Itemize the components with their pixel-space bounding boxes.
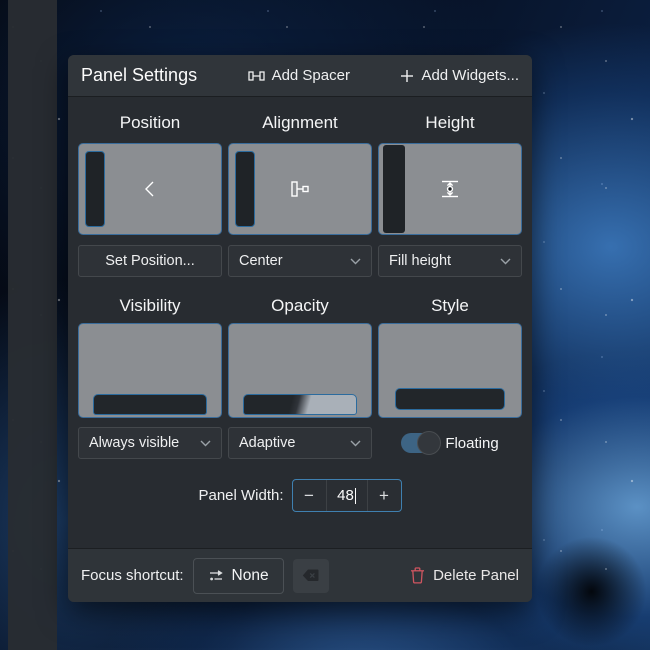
floating-toggle[interactable] (401, 433, 439, 453)
edited-panel-strip[interactable] (8, 0, 57, 650)
visibility-value: Always visible (89, 435, 179, 451)
alignment-label: Alignment (228, 113, 372, 133)
spacer-icon (248, 69, 265, 83)
add-widgets-button[interactable]: Add Widgets... (400, 67, 519, 84)
increment-button[interactable]: + (368, 480, 401, 511)
style-preview (378, 323, 522, 418)
chevron-down-icon (350, 258, 361, 265)
floating-toggle-label: Floating (445, 435, 498, 452)
visibility-combobox[interactable]: Always visible (78, 427, 222, 459)
height-label: Height (378, 113, 522, 133)
opacity-label: Opacity (228, 296, 372, 316)
bottom-panel-indicator (93, 394, 207, 415)
move-left-arrow-button[interactable] (79, 144, 221, 234)
height-combobox[interactable]: Fill height (378, 245, 522, 277)
chevron-down-icon (350, 440, 361, 447)
height-value: Fill height (389, 253, 451, 269)
alignment-icon (229, 144, 371, 234)
position-label: Position (78, 113, 222, 133)
panel-width-label: Panel Width: (198, 487, 283, 504)
decrement-button[interactable]: − (293, 480, 326, 511)
toggle-knob (417, 431, 441, 455)
chevron-down-icon (200, 440, 211, 447)
alignment-combobox[interactable]: Center (228, 245, 372, 277)
focus-shortcut-button[interactable]: None (193, 558, 284, 594)
panel-width-input[interactable]: 48 (326, 480, 368, 511)
alignment-preview (228, 143, 372, 235)
alignment-value: Center (239, 253, 283, 269)
dialog-title: Panel Settings (81, 65, 197, 86)
shortcut-value: None (232, 567, 269, 585)
height-preview (378, 143, 522, 235)
panel-settings-dialog: Panel Settings Add Spacer Add Widgets...… (68, 55, 532, 602)
panel-width-value: 48 (337, 487, 354, 504)
height-resize-icon (379, 144, 521, 234)
panel-width-spinbox: − 48 + (292, 479, 402, 512)
clear-shortcut-button[interactable] (293, 559, 329, 593)
floating-panel-indicator (395, 388, 505, 410)
opacity-preview (228, 323, 372, 418)
dialog-header: Panel Settings Add Spacer Add Widgets... (68, 55, 532, 97)
visibility-label: Visibility (78, 296, 222, 316)
style-label: Style (378, 296, 522, 316)
delete-panel-button[interactable]: Delete Panel (410, 567, 519, 584)
chevron-down-icon (500, 258, 511, 265)
shortcut-config-icon (208, 568, 224, 584)
delete-panel-label: Delete Panel (433, 567, 519, 584)
add-widgets-label: Add Widgets... (421, 67, 519, 84)
backspace-icon (302, 569, 319, 582)
opacity-combobox[interactable]: Adaptive (228, 427, 372, 459)
add-spacer-button[interactable]: Add Spacer (248, 67, 350, 84)
set-position-button[interactable]: Set Position... (78, 245, 222, 277)
add-spacer-label: Add Spacer (272, 67, 350, 84)
trash-icon (410, 567, 425, 584)
adaptive-opacity-indicator (243, 394, 357, 415)
dialog-footer: Focus shortcut: None (68, 548, 532, 602)
opacity-value: Adaptive (239, 435, 295, 451)
visibility-preview (78, 323, 222, 418)
position-preview (78, 143, 222, 235)
text-cursor (355, 488, 356, 504)
set-position-label: Set Position... (105, 253, 194, 269)
focus-shortcut-label: Focus shortcut: (81, 567, 184, 584)
plus-icon (400, 69, 414, 83)
